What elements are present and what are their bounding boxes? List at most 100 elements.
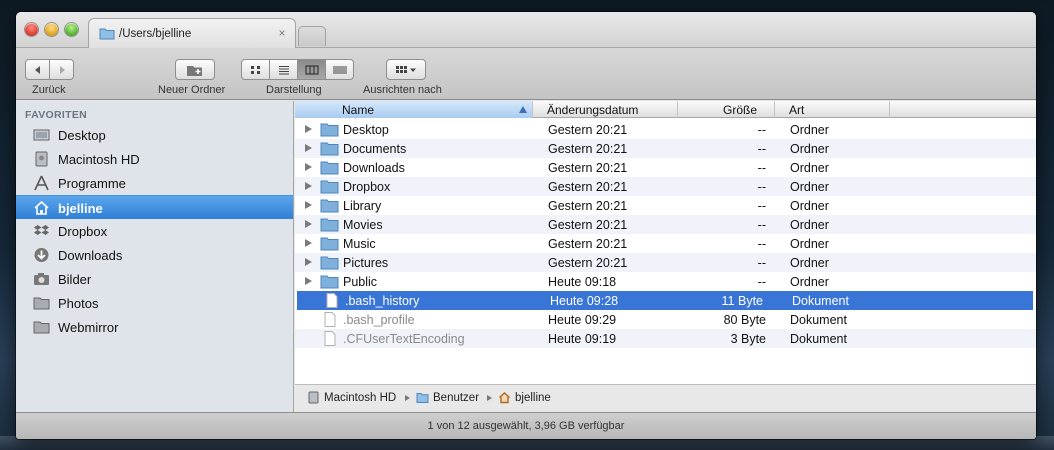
table-row[interactable]: Dropbox Gestern 20:21 -- Ordner [295,177,1036,196]
cell-date: Gestern 20:21 [548,237,628,251]
cell-kind: Ordner [790,180,829,194]
sidebar-item-downloads[interactable]: Downloads [16,243,293,267]
file-list: Name Änderungsdatum Größe Art Desktop Ges… [295,101,1036,384]
finder-window: /Users/bjelline × Zurück Neuer Ordner Da… [16,12,1036,439]
path-crumb-bjelline[interactable]: bjelline [498,391,551,404]
table-row[interactable]: Public Heute 09:18 -- Ordner [295,272,1036,291]
sort-ascending-icon [519,106,527,113]
table-row[interactable]: Movies Gestern 20:21 -- Ordner [295,215,1036,234]
icon-view-button[interactable] [241,59,270,80]
cell-name: Documents [343,142,407,156]
back-button[interactable] [25,59,50,80]
close-tab-icon[interactable]: × [275,26,289,40]
cell-date: Heute 09:19 [548,332,617,346]
disclosure-triangle-icon[interactable] [305,163,312,171]
folder-icon [320,123,339,137]
forward-button[interactable] [49,59,74,80]
table-row[interactable]: .CFUserTextEncoding Heute 09:19 3 Byte Doku… [295,329,1036,348]
home-icon [499,392,510,404]
folder-icon [320,142,339,156]
cell-name: .bash_history [345,294,420,308]
view-label: Darstellung [266,84,322,96]
new-tab-button[interactable] [298,26,326,46]
column-header-size[interactable]: Größe [678,101,775,118]
sidebar-item-programme[interactable]: Programme [16,171,293,195]
column-header-name[interactable]: Name [295,101,533,118]
sidebar-item-dropbox[interactable]: Dropbox [16,219,293,243]
new-folder-icon [187,65,202,76]
folder-icon [33,297,50,310]
cell-name: Library [343,199,382,213]
sidebar-item-photos[interactable]: Photos [16,291,293,315]
sidebar-item-macintosh-hd[interactable]: Macintosh HD [16,147,293,171]
list-view-button[interactable] [269,59,298,80]
path-bar: Macintosh HD Benutzer bjelline [295,384,1036,412]
folder-icon [320,275,339,289]
new-folder-button[interactable] [175,59,215,80]
grid-icon [250,65,260,74]
arrange-grid-icon [396,65,416,73]
cell-size: 80 Byte [723,313,766,327]
favorites-heading: FAVORITEN [25,109,88,121]
cell-size: -- [757,275,766,289]
column-view-button[interactable] [297,59,326,80]
disclosure-triangle-icon[interactable] [305,277,312,285]
folder-icon [33,321,50,334]
home-icon [34,200,49,215]
cell-size: -- [757,199,766,213]
disclosure-triangle-icon[interactable] [305,125,312,133]
cell-date: Gestern 20:21 [548,123,628,137]
coverflow-view-button[interactable] [325,59,354,80]
applications-icon [34,175,49,191]
close-window-button[interactable] [25,23,38,36]
table-row[interactable]: .bash_history Heute 09:28 11 Byte Dokument [297,291,1033,310]
sidebar-item-bilder[interactable]: Bilder [16,267,293,291]
tab-users-bjelline[interactable]: /Users/bjelline × [88,18,296,48]
zoom-window-button[interactable] [65,23,78,36]
arrange-button[interactable] [386,59,426,80]
table-row[interactable]: .bash_profile Heute 09:29 80 Byte Dokument [295,310,1036,329]
cell-size: -- [757,180,766,194]
disclosure-triangle-icon[interactable] [305,201,312,209]
cell-kind: Ordner [790,123,829,137]
downloads-icon [34,248,49,262]
cell-size: -- [757,123,766,137]
cell-kind: Dokument [792,294,849,308]
sidebar-item-webmirror[interactable]: Webmirror [16,315,293,339]
table-row[interactable]: Documents Gestern 20:21 -- Ordner [295,139,1036,158]
column-header-date[interactable]: Änderungsdatum [533,101,678,118]
cell-size: -- [757,218,766,232]
arrow-right-icon [59,65,65,74]
cell-date: Gestern 20:21 [548,180,628,194]
disclosure-triangle-icon[interactable] [305,182,312,190]
cell-kind: Ordner [790,256,829,270]
sidebar-item-bjelline[interactable]: bjelline [16,195,293,219]
table-row[interactable]: Downloads Gestern 20:21 -- Ordner [295,158,1036,177]
cell-name: Music [343,237,376,251]
path-crumb-benutzer[interactable]: Benutzer [416,391,479,404]
column-header-row: Name Änderungsdatum Größe Art [295,101,1036,118]
hard-drive-icon [308,391,319,404]
table-row[interactable]: Music Gestern 20:21 -- Ordner [295,234,1036,253]
cell-name: .bash_profile [343,313,415,327]
cell-kind: Ordner [790,275,829,289]
disclosure-triangle-icon[interactable] [305,258,312,266]
sidebar: FAVORITEN Desktop Macintosh HD Programme [16,101,294,412]
cell-date: Gestern 20:21 [548,199,628,213]
table-row[interactable]: Library Gestern 20:21 -- Ordner [295,196,1036,215]
column-header-kind[interactable]: Art [775,101,890,118]
folder-icon [99,28,115,40]
disclosure-triangle-icon[interactable] [305,144,312,152]
disclosure-triangle-icon[interactable] [305,239,312,247]
disclosure-triangle-icon[interactable] [305,220,312,228]
desktop-icon [33,129,50,141]
cell-size: -- [757,256,766,270]
minimize-window-button[interactable] [45,23,58,36]
table-row[interactable]: Desktop Gestern 20:21 -- Ordner [295,120,1036,139]
cell-kind: Ordner [790,161,829,175]
table-row[interactable]: Pictures Gestern 20:21 -- Ordner [295,253,1036,272]
sidebar-item-desktop[interactable]: Desktop [16,123,293,147]
cell-name: Movies [343,218,383,232]
cell-date: Gestern 20:21 [548,256,628,270]
path-crumb-macintosh-hd[interactable]: Macintosh HD [307,391,396,404]
